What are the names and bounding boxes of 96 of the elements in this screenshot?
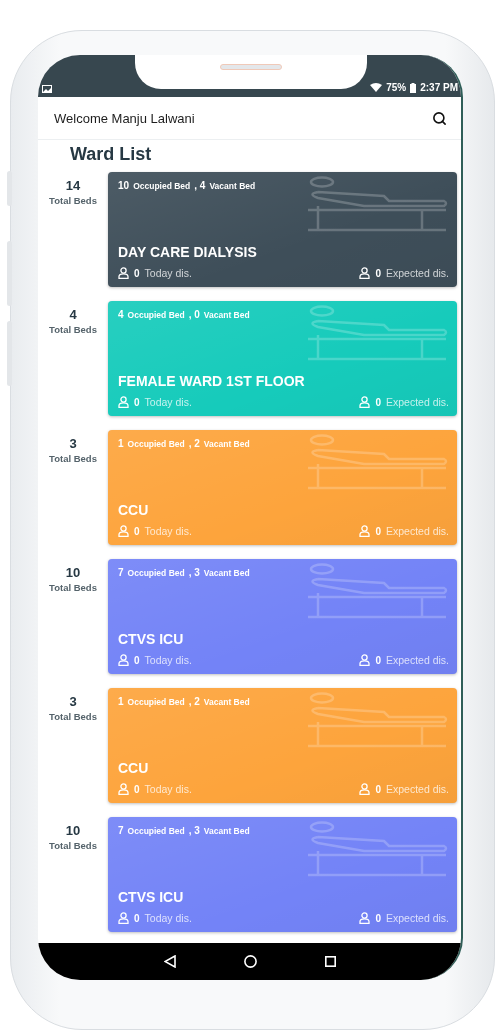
vacant-label: Vacant Bed (203, 568, 250, 578)
ward-card[interactable]: 4 Occupied Bed , 0 Vacant Bed FEMALE WARD 1ST FLOOR 0 Today dis. 0 Expected dis. (108, 301, 457, 416)
ward-card[interactable]: 1 Occupied Bed , 2 Vacant Bed CCU 0 Today dis. 0 Expected dis. (108, 688, 457, 803)
speaker-slot (220, 64, 282, 70)
today-discharge-label: Today dis. (144, 783, 192, 795)
today-discharge-label: Today dis. (144, 654, 192, 666)
occupied-label: Occupied Bed (127, 310, 185, 320)
person-icon (359, 396, 371, 408)
occupied-count: 7 (118, 567, 124, 578)
expected-discharge-count: 0 (375, 267, 381, 279)
expected-discharge-label: Expected dis. (385, 525, 449, 537)
wifi-icon (370, 83, 383, 92)
total-beds-count: 14 (65, 178, 81, 193)
vacant-label: Vacant Bed (209, 181, 256, 191)
battery-level: 75% (386, 82, 407, 93)
occupied-count: 1 (118, 438, 124, 449)
vacant-count: , 3 (188, 567, 200, 578)
vacant-count: , 2 (188, 696, 200, 707)
ward-name: CCU (118, 502, 150, 518)
expected-discharge-count: 0 (375, 396, 381, 408)
ward-name: CCU (118, 760, 150, 776)
total-beds-count: 4 (69, 307, 77, 322)
person-icon (359, 783, 371, 795)
vacant-count: , 3 (188, 825, 200, 836)
total-beds-count: 3 (69, 694, 77, 709)
ward-card[interactable]: 7 Occupied Bed , 3 Vacant Bed CTVS ICU 0 Today dis. 0 Expected dis. (108, 559, 457, 674)
ward-name: FEMALE WARD 1ST FLOOR (118, 373, 306, 389)
vacant-label: Vacant Bed (203, 697, 250, 707)
expected-discharge-label: Expected dis. (385, 912, 449, 924)
recents-icon[interactable] (324, 956, 336, 967)
ward-name: CTVS ICU (118, 631, 185, 647)
occupied-count: 10 (118, 180, 130, 191)
total-beds-label: Total Beds (49, 840, 97, 851)
expected-discharge-count: 0 (375, 654, 381, 666)
battery-icon (410, 82, 417, 93)
person-icon (118, 654, 129, 666)
total-beds-label: Total Beds (49, 711, 97, 722)
ward-card[interactable]: 7 Occupied Bed , 3 Vacant Bed CTVS ICU 0 Today dis. 0 Expected dis. (108, 817, 457, 932)
occupied-label: Occupied Bed (127, 439, 185, 449)
expected-discharge-count: 0 (375, 912, 381, 924)
today-discharge-label: Today dis. (144, 396, 192, 408)
person-icon (359, 267, 371, 279)
expected-discharge-count: 0 (375, 783, 381, 795)
today-discharge-count: 0 (134, 396, 140, 408)
occupied-count: 1 (118, 696, 124, 707)
today-discharge-count: 0 (134, 525, 140, 537)
today-discharge-count: 0 (134, 783, 140, 795)
today-discharge-count: 0 (134, 912, 140, 924)
total-beds-count: 10 (65, 565, 81, 580)
back-icon[interactable] (163, 955, 176, 968)
vacant-count: , 4 (194, 180, 206, 191)
vacant-count: , 2 (188, 438, 200, 449)
total-beds-label: Total Beds (49, 195, 97, 206)
total-beds-label: Total Beds (49, 582, 97, 593)
vacant-count: , 0 (188, 309, 200, 320)
person-icon (118, 396, 129, 408)
person-icon (118, 267, 129, 279)
ward-name: CTVS ICU (118, 889, 185, 905)
occupied-label: Occupied Bed (127, 697, 185, 707)
occupied-label: Occupied Bed (133, 181, 191, 191)
vacant-label: Vacant Bed (203, 310, 250, 320)
today-discharge-count: 0 (134, 267, 140, 279)
ward-card[interactable]: 10 Occupied Bed , 4 Vacant Bed DAY CARE DIALYSIS 0 Today dis. 0 Expected dis. (108, 172, 457, 287)
occupied-count: 7 (118, 825, 124, 836)
image-icon (42, 85, 52, 93)
total-beds-count: 10 (65, 823, 81, 838)
person-icon (359, 912, 371, 924)
person-icon (118, 525, 129, 537)
occupied-count: 4 (118, 309, 124, 320)
occupied-label: Occupied Bed (127, 826, 185, 836)
person-icon (359, 654, 371, 666)
person-icon (118, 912, 129, 924)
occupied-label: Occupied Bed (127, 568, 185, 578)
expected-discharge-count: 0 (375, 525, 381, 537)
search-icon[interactable] (432, 110, 447, 126)
today-discharge-count: 0 (134, 654, 140, 666)
today-discharge-label: Today dis. (144, 912, 192, 924)
vacant-label: Vacant Bed (203, 439, 250, 449)
total-beds-label: Total Beds (49, 324, 97, 335)
today-discharge-label: Today dis. (144, 267, 192, 279)
person-icon (359, 525, 371, 537)
today-discharge-label: Today dis. (144, 525, 192, 537)
person-icon (118, 783, 129, 795)
vacant-label: Vacant Bed (203, 826, 250, 836)
welcome-text: Welcome Manju Lalwani (54, 110, 195, 126)
home-icon[interactable] (243, 955, 257, 968)
page-title: Ward List (70, 143, 153, 166)
ward-name: DAY CARE DIALYSIS (118, 244, 258, 260)
ward-card[interactable]: 1 Occupied Bed , 2 Vacant Bed CCU 0 Today dis. 0 Expected dis. (108, 430, 457, 545)
expected-discharge-label: Expected dis. (385, 783, 449, 795)
clock-time: 2:37 PM (420, 82, 458, 93)
expected-discharge-label: Expected dis. (385, 654, 449, 666)
expected-discharge-label: Expected dis. (385, 267, 449, 279)
expected-discharge-label: Expected dis. (385, 396, 449, 408)
total-beds-count: 3 (69, 436, 77, 451)
total-beds-label: Total Beds (49, 453, 97, 464)
